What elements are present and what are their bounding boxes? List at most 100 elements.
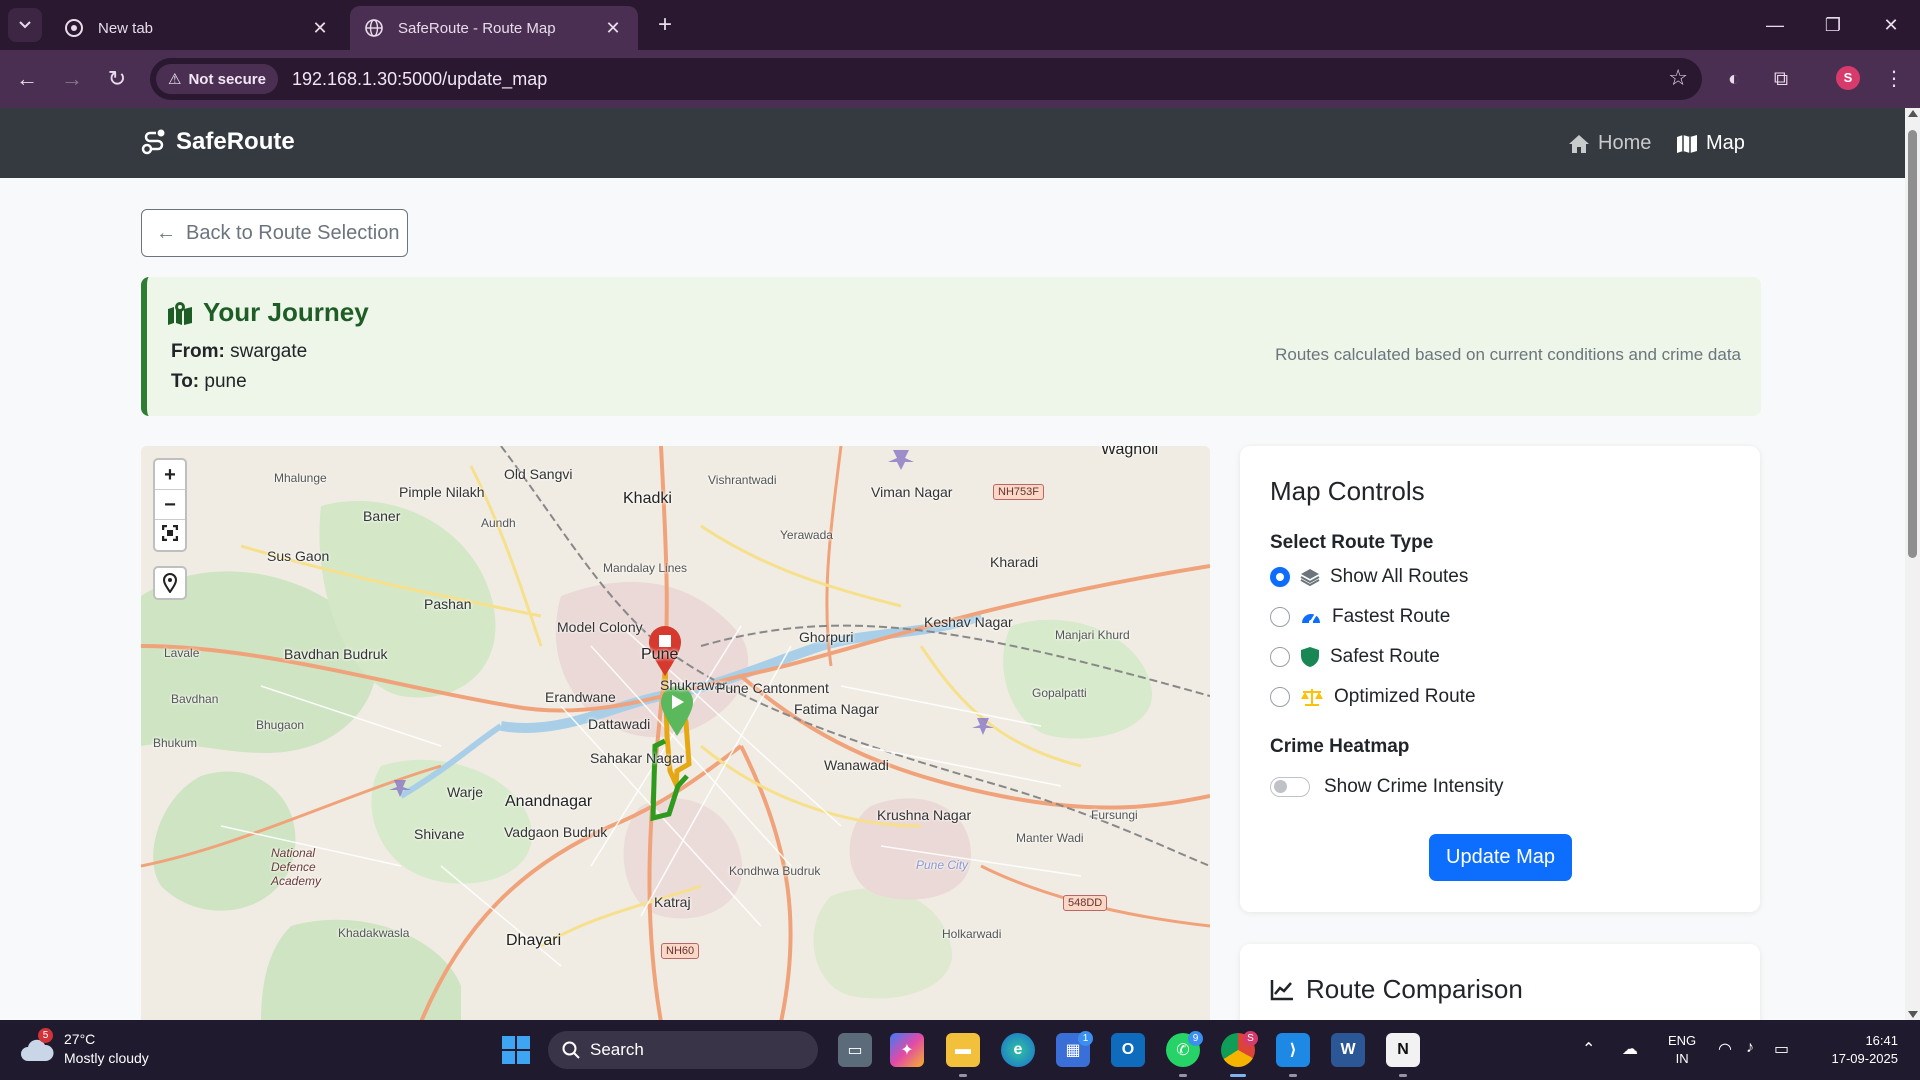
search-placeholder: Search <box>590 1040 644 1059</box>
route-option-safest[interactable]: Safest Route <box>1270 646 1440 668</box>
url-text[interactable]: 192.168.1.30:5000/update_map <box>292 69 547 90</box>
outlook-icon[interactable]: O <box>1111 1033 1145 1067</box>
profile-avatar[interactable]: S <box>1836 66 1860 90</box>
weather-widget[interactable]: 5 27°C Mostly cloudy <box>20 1028 149 1068</box>
journey-to: To: pune <box>171 371 247 393</box>
browser-toolbar: ← → ↻ ⚠ Not secure 192.168.1.30:5000/upd… <box>0 50 1920 108</box>
site-navbar: SafeRoute Home Map <box>0 108 1905 178</box>
extensions-icon[interactable]: ⧉ <box>1767 65 1795 93</box>
from-value: swargate <box>230 341 308 362</box>
route-icon <box>141 129 165 155</box>
route-map[interactable]: Wagholi Old Sangvi Mhalunge Pimple Nilak… <box>141 446 1210 1020</box>
route-option-optimized[interactable]: Optimized Route <box>1270 686 1476 708</box>
tab-saferoute[interactable]: SafeRoute - Route Map ✕ <box>350 6 638 50</box>
task-view-icon[interactable]: ▭ <box>838 1033 872 1067</box>
map-label: Dhayari <box>506 932 562 949</box>
from-label: From: <box>171 341 225 362</box>
heatmap-toggle-row[interactable]: Show Crime Intensity <box>1270 776 1504 798</box>
map-label: Pune <box>641 646 679 663</box>
fullscreen-icon <box>161 524 179 542</box>
back-button-label: Back to Route Selection <box>186 221 400 244</box>
tab-title: SafeRoute - Route Map <box>398 19 556 37</box>
zoom-in-button[interactable]: + <box>155 460 185 490</box>
journey-summary: Your Journey From: swargate To: pune Rou… <box>141 277 1761 416</box>
reload-icon[interactable]: ↻ <box>100 62 134 96</box>
radio-optimized-route[interactable] <box>1270 687 1290 707</box>
map-label: Gopalpatti <box>1032 686 1087 700</box>
volume-icon[interactable]: ♪ <box>1746 1039 1754 1057</box>
fullscreen-button[interactable] <box>155 520 185 550</box>
map-tiles <box>141 446 1210 1020</box>
language-indicator[interactable]: ENG IN <box>1668 1032 1696 1068</box>
whatsapp-badge: 9 <box>1188 1031 1203 1046</box>
notion-icon[interactable]: N <box>1386 1033 1420 1077</box>
update-map-button[interactable]: Update Map <box>1429 834 1572 881</box>
clock[interactable]: 16:41 17-09-2025 <box>1818 1032 1899 1068</box>
nav-home-label: Home <box>1598 132 1652 154</box>
radio-all-routes[interactable] <box>1270 567 1290 587</box>
map-label: Model Colony <box>557 619 643 635</box>
security-label: Not secure <box>188 70 266 88</box>
menu-icon[interactable]: ⋮ <box>1880 65 1908 93</box>
security-chip[interactable]: ⚠ Not secure <box>156 64 278 94</box>
file-explorer-icon[interactable]: ▬ <box>946 1033 980 1077</box>
bookmark-star-icon[interactable]: ☆ <box>1668 65 1688 91</box>
restore-icon[interactable]: ❐ <box>1810 8 1856 42</box>
back-to-route-selection-button[interactable]: ← Back to Route Selection <box>141 209 408 257</box>
route-option-fastest[interactable]: Fastest Route <box>1270 606 1450 628</box>
scroll-thumb[interactable] <box>1908 130 1917 558</box>
map-label: Aundh <box>481 516 516 530</box>
map-label: Warje <box>447 784 484 800</box>
brand-link[interactable]: SafeRoute <box>140 128 295 156</box>
map-label: Manter Wadi <box>1016 831 1084 845</box>
wifi-icon[interactable]: ◠ <box>1718 1039 1732 1059</box>
close-tab-icon[interactable]: ✕ <box>602 18 624 39</box>
map-label: Bavdhan Budruk <box>284 646 388 662</box>
radio-safest-route[interactable] <box>1270 647 1290 667</box>
tab-new-tab[interactable]: New tab ✕ <box>50 6 345 50</box>
nav-home[interactable]: Home <box>1568 132 1651 155</box>
windows-start-icon[interactable] <box>502 1036 530 1064</box>
route-option-all[interactable]: Show All Routes <box>1270 566 1468 588</box>
battery-icon[interactable]: ▭ <box>1774 1039 1789 1059</box>
zoom-out-button[interactable]: − <box>155 490 185 520</box>
map-label: Kondhwa Budruk <box>729 864 821 878</box>
copilot-icon[interactable]: ✦ <box>890 1033 924 1067</box>
vscode-icon[interactable]: ⟩ <box>1276 1033 1310 1077</box>
clock-date: 17-09-2025 <box>1831 1051 1899 1066</box>
map-label: Holkarwadi <box>942 927 1002 941</box>
radio-fastest-route[interactable] <box>1270 607 1290 627</box>
taskbar-search[interactable]: Search <box>548 1031 818 1069</box>
address-bar[interactable]: ⚠ Not secure 192.168.1.30:5000/update_ma… <box>150 58 1702 100</box>
word-icon[interactable]: W <box>1331 1033 1365 1067</box>
map-label: Wagholi <box>1101 446 1159 458</box>
locate-button[interactable] <box>153 566 187 600</box>
chevron-up-icon[interactable]: ⌃ <box>1582 1039 1595 1059</box>
close-tab-icon[interactable]: ✕ <box>309 18 331 39</box>
minimize-icon[interactable]: — <box>1752 8 1798 42</box>
close-window-icon[interactable]: ✕ <box>1868 8 1914 42</box>
warning-icon: ⚠ <box>168 71 182 88</box>
onedrive-icon[interactable]: ☁ <box>1622 1039 1638 1059</box>
lang-line2: IN <box>1675 1051 1689 1066</box>
edge-icon[interactable]: e <box>1001 1033 1035 1067</box>
translate-icon[interactable]: ◐ <box>1720 65 1748 93</box>
map-label: Anandnagar <box>505 793 593 810</box>
brand-name: SafeRoute <box>176 128 295 155</box>
crime-intensity-toggle[interactable] <box>1270 777 1310 797</box>
back-arrow-icon[interactable]: ← <box>10 62 44 96</box>
map-label: Khadakwasla <box>338 926 410 940</box>
page-scrollbar[interactable] <box>1905 108 1920 1020</box>
heatmap-toggle-label: Show Crime Intensity <box>1324 776 1504 797</box>
scroll-down-arrow[interactable] <box>1908 1011 1918 1018</box>
browser-tab-bar: New tab ✕ SafeRoute - Route Map ✕ + — ❐ … <box>0 0 1920 50</box>
tab-search-button[interactable] <box>8 8 42 42</box>
new-tab-button[interactable]: + <box>650 10 680 40</box>
map-controls-title: Map Controls <box>1270 476 1425 506</box>
route-comparison-header: Route Comparison <box>1270 974 1523 1005</box>
scroll-up-arrow[interactable] <box>1908 110 1918 117</box>
map-marked-icon <box>168 301 192 325</box>
forward-arrow-icon[interactable]: → <box>55 62 89 96</box>
nav-map[interactable]: Map <box>1676 132 1745 155</box>
route-comparison-title: Route Comparison <box>1306 974 1523 1004</box>
